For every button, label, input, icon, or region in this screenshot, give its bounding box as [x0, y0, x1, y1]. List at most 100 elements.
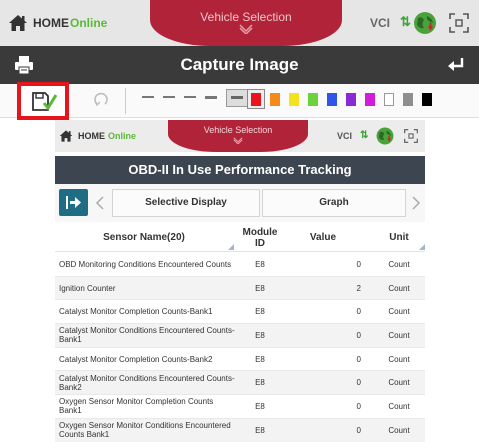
arrow-right-icon [66, 196, 81, 209]
save-icon [32, 92, 57, 111]
table-row[interactable]: Catalyst Monitor Conditions Encountered … [55, 324, 425, 348]
cell-sensor-name: Catalyst Monitor Completion Counts-Bank1 [59, 307, 213, 317]
cell-sensor-name: Catalyst Monitor Conditions Encountered … [59, 373, 235, 392]
cell-module-id: E8 [255, 378, 265, 388]
line-width-thin[interactable] [142, 96, 154, 98]
home-icon[interactable] [59, 129, 73, 143]
undo-icon[interactable] [93, 92, 109, 108]
color-swatch[interactable] [422, 93, 432, 106]
table-body: OBD Monitoring Conditions Encountered Co… [55, 253, 425, 442]
cell-sensor-name: Catalyst Monitor Conditions Encountered … [59, 326, 235, 345]
cell-module-id: E8 [255, 307, 265, 317]
table-header: Sensor Name(20) Module ID Value Unit [55, 224, 425, 252]
table-row[interactable]: Catalyst Monitor Completion Counts-Bank1… [55, 300, 425, 325]
cell-module-id: E8 [255, 283, 265, 293]
cell-sensor-name: Oxygen Sensor Monitor Completion Counts … [59, 397, 214, 416]
color-swatch[interactable] [289, 93, 299, 106]
chevron-left-icon[interactable] [95, 196, 105, 210]
cell-module-id: E8 [255, 425, 265, 435]
inner-top-bar: HOME Online Vehicle Selection VCI ⇅ [55, 120, 425, 152]
column-header-sensor[interactable]: Sensor Name(20) [55, 224, 233, 252]
cell-sensor-name: OBD Monitoring Conditions Encountered Co… [59, 259, 232, 269]
color-swatch[interactable] [403, 93, 413, 106]
cell-value: 0 [356, 401, 361, 411]
table-row[interactable]: Catalyst Monitor Completion Counts-Bank2… [55, 348, 425, 372]
color-swatch[interactable] [327, 93, 337, 106]
cell-module-id: E8 [255, 330, 265, 340]
graph-button[interactable]: Graph [262, 189, 406, 217]
vci-connection-icon: ⇅ [400, 14, 411, 29]
cell-unit: Count [388, 283, 410, 293]
column-header-unit[interactable]: Unit [373, 224, 425, 252]
vci-label: VCI [370, 16, 391, 30]
cell-unit: Count [388, 378, 410, 388]
home-label[interactable]: HOME [33, 16, 69, 30]
inner-vci-label: VCI [337, 131, 353, 141]
color-swatch[interactable] [384, 93, 394, 106]
cell-value: 0 [356, 425, 361, 435]
control-bar: Selective Display Graph [55, 184, 425, 222]
line-width-medium[interactable] [205, 96, 217, 99]
chevron-down-icon [239, 24, 253, 34]
table-row[interactable]: Catalyst Monitor Conditions Encountered … [55, 371, 425, 396]
cell-sensor-name: Catalyst Monitor Completion Counts-Bank2 [59, 354, 213, 364]
table-row[interactable]: Ignition Counter E8 2 Count [55, 276, 425, 301]
captured-screen: HOME Online Vehicle Selection VCI ⇅ OBD-… [55, 120, 425, 442]
go-button[interactable] [59, 189, 88, 216]
online-status: Online [70, 16, 108, 30]
cell-unit: Count [388, 259, 410, 269]
globe-update-icon[interactable] [375, 126, 395, 146]
cell-value: 0 [356, 354, 361, 364]
back-arrow-icon[interactable] [446, 56, 466, 74]
column-header-module[interactable]: Module ID [237, 224, 283, 252]
cell-unit: Count [388, 401, 410, 411]
toolbar-divider [125, 88, 126, 114]
line-width-thick [231, 96, 243, 99]
cell-module-id: E8 [255, 259, 265, 269]
vci-connection-icon: ⇅ [360, 130, 369, 141]
cell-unit: Count [388, 330, 410, 340]
top-bar: HOME Online Vehicle Selection VCI ⇅ [0, 0, 479, 46]
color-swatch[interactable] [346, 93, 356, 106]
cell-value: 0 [356, 259, 361, 269]
table-row[interactable]: Oxygen Sensor Monitor Conditions Encount… [55, 418, 425, 442]
cell-unit: Count [388, 307, 410, 317]
color-swatch[interactable] [308, 93, 318, 106]
cell-unit: Count [388, 354, 410, 364]
line-width-light[interactable] [163, 96, 175, 98]
cell-module-id: E8 [255, 401, 265, 411]
cell-unit: Count [388, 425, 410, 435]
chevron-right-icon[interactable] [411, 196, 421, 210]
line-width-regular[interactable] [184, 96, 196, 98]
inner-vehicle-selection-label: Vehicle Selection [203, 125, 273, 135]
cell-value: 0 [356, 307, 361, 317]
cell-value: 0 [356, 330, 361, 340]
inner-home-label[interactable]: HOME [78, 131, 105, 141]
selective-display-button[interactable]: Selective Display [112, 189, 260, 217]
capture-title: Capture Image [180, 55, 299, 74]
inner-vehicle-selection-button[interactable]: Vehicle Selection [168, 120, 308, 152]
vehicle-selection-label: Vehicle Selection [200, 10, 292, 24]
cell-value: 2 [356, 283, 361, 293]
cell-value: 0 [356, 378, 361, 388]
cell-module-id: E8 [255, 354, 265, 364]
fullscreen-icon[interactable] [449, 13, 469, 33]
color-swatch[interactable] [270, 93, 280, 106]
cell-sensor-name: Oxygen Sensor Monitor Conditions Encount… [59, 421, 231, 440]
color-swatch[interactable] [251, 93, 261, 106]
inner-online-status: Online [108, 131, 137, 141]
cell-sensor-name: Ignition Counter [59, 283, 116, 293]
globe-update-icon[interactable] [412, 10, 438, 36]
table-row[interactable]: Oxygen Sensor Monitor Completion Counts … [55, 395, 425, 419]
table-row[interactable]: OBD Monitoring Conditions Encountered Co… [55, 253, 425, 277]
page-title: OBD-II In Use Performance Tracking [55, 156, 425, 184]
vehicle-selection-button[interactable]: Vehicle Selection [150, 0, 342, 46]
chevron-down-icon [233, 137, 243, 144]
sort-indicator-icon [419, 244, 425, 250]
color-swatch[interactable] [365, 93, 375, 106]
fullscreen-icon[interactable] [404, 129, 418, 143]
capture-header: Capture Image [0, 46, 479, 84]
save-button[interactable] [17, 82, 69, 120]
column-header-value[interactable]: Value [285, 224, 361, 252]
home-icon[interactable] [8, 13, 28, 33]
